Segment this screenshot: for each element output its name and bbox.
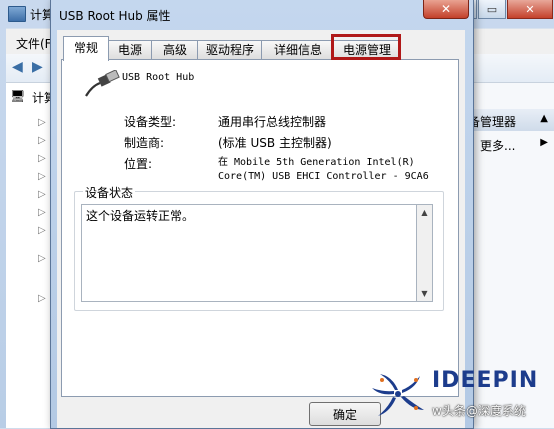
maximize-button[interactable]: ▭ (478, 0, 506, 19)
tree-expand-icon[interactable]: ▷ (38, 293, 46, 304)
device-type-value: 通用串行总线控制器 (218, 115, 327, 129)
device-name: USB Root Hub (122, 72, 195, 83)
tree-expand-icon[interactable]: ▷ (38, 207, 46, 218)
watermark-credit: w头条@深度系统 (432, 404, 526, 418)
collapse-arrow-icon[interactable]: ▲ (540, 113, 548, 124)
location-value-line2: Core(TM) USB EHCI Controller - 9CA6 (218, 171, 429, 182)
tab-advanced[interactable]: 高级 (151, 40, 199, 60)
usb-root-hub-properties-dialog: USB Root Hub 属性 ✕ 常规 电源 高级 驱动程序 详细信息 电源管… (50, 0, 474, 429)
scroll-up-icon[interactable]: ▲ (417, 205, 432, 220)
status-scrollbar[interactable]: ▲ ▼ (417, 204, 433, 302)
tree-expand-icon[interactable]: ▷ (38, 117, 46, 128)
tab-driver[interactable]: 驱动程序 (197, 40, 263, 60)
actions-header-label: 备管理器 (468, 115, 517, 129)
device-status-label: 设备状态 (83, 184, 136, 201)
manufacturer-value: (标准 USB 主控制器) (218, 136, 332, 150)
back-arrow-icon[interactable]: ◀ (12, 60, 28, 74)
menu-file[interactable]: 文件(F (16, 35, 52, 52)
tree-expand-icon[interactable]: ▷ (38, 153, 46, 164)
location-value-line1: 在 Mobile 5th Generation Intel(R) (218, 157, 415, 168)
tree-expand-icon[interactable]: ▷ (38, 225, 46, 236)
tree-expand-icon[interactable]: ▷ (38, 189, 46, 200)
device-status-textbox[interactable]: 这个设备运转正常。 (81, 204, 417, 302)
location-label: 位置: (124, 157, 153, 171)
device-status-group: 设备状态 这个设备运转正常。 ▲ ▼ (74, 184, 444, 311)
computer-tree-icon: 🖥 (10, 89, 26, 103)
tab-highlight-box (331, 34, 401, 60)
device-type-label: 设备类型: (124, 115, 177, 129)
more-arrow-icon[interactable]: ▶ (540, 137, 548, 148)
dialog-title: USB Root Hub 属性 (59, 9, 171, 23)
ideepin-logo-icon (372, 374, 424, 416)
watermark-brand: IDEEPIN (432, 368, 539, 393)
dialog-close-button[interactable]: ✕ (423, 0, 469, 19)
more-actions-link[interactable]: 更多... (480, 137, 515, 154)
manufacturer-label: 制造商: (124, 136, 165, 150)
usb-connector-icon (85, 70, 120, 97)
scroll-down-icon[interactable]: ▼ (417, 286, 432, 301)
forward-arrow-icon[interactable]: ▶ (32, 60, 48, 74)
bg-close-button[interactable]: ✕ (507, 0, 553, 19)
tree-expand-icon[interactable]: ▷ (38, 135, 46, 146)
computer-icon (8, 6, 26, 22)
tree-expand-icon[interactable]: ▷ (38, 171, 46, 182)
tab-general[interactable]: 常规 (63, 36, 109, 61)
tab-power[interactable]: 电源 (107, 40, 153, 60)
tree-expand-icon[interactable]: ▷ (38, 253, 46, 264)
tab-details[interactable]: 详细信息 (261, 40, 335, 60)
general-tab-page: USB Root Hub 设备类型: 通用串行总线控制器 制造商: (标准 US… (61, 59, 459, 397)
